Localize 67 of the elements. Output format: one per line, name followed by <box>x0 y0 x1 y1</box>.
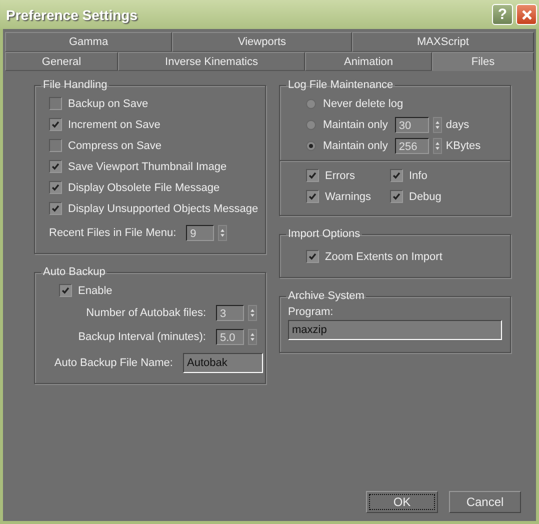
group-title: Log File Maintenance <box>287 79 394 91</box>
checkbox-label[interactable]: Zoom Extents on Import <box>325 250 442 262</box>
unit-label: days <box>446 118 470 130</box>
group-title: File Handling <box>42 79 108 91</box>
checkbox-label[interactable]: Compress on Save <box>68 140 162 152</box>
checkbox-label[interactable]: Save Viewport Thumbnail Image <box>68 160 227 172</box>
radio-button[interactable] <box>306 98 316 108</box>
number-field[interactable]: 3 <box>216 305 244 321</box>
tab[interactable]: Inverse Kinematics <box>118 52 305 71</box>
field-label: Program: <box>288 306 334 318</box>
window-title: Preference Settings <box>6 6 138 22</box>
checkbox-label[interactable]: Display Obsolete File Message <box>68 182 220 194</box>
tab[interactable]: MAXScript <box>352 32 534 52</box>
tab[interactable]: Gamma <box>5 32 172 52</box>
field-label: Number of Autobak files: <box>86 307 206 319</box>
group-title: Import Options <box>287 228 362 240</box>
radio-label[interactable]: Maintain only <box>323 140 388 152</box>
tab[interactable]: Animation <box>305 52 432 71</box>
field-label: Recent Files in File Menu: <box>49 227 176 239</box>
unit-label: KBytes <box>446 140 481 152</box>
radio-label[interactable]: Maintain only <box>323 118 388 130</box>
number-field[interactable]: 5.0 <box>216 329 244 345</box>
checkbox-label[interactable]: Enable <box>78 284 112 296</box>
tab[interactable]: Viewports <box>172 32 352 52</box>
tab[interactable]: Files <box>432 52 534 71</box>
spinner-arrows-icon[interactable] <box>248 329 257 345</box>
radio-label[interactable]: Never delete log <box>323 98 404 110</box>
group-title: Archive System <box>287 290 366 302</box>
text-field[interactable]: Autobak <box>183 353 263 373</box>
checkbox[interactable] <box>59 284 72 297</box>
checkbox-label[interactable]: Debug <box>409 190 442 202</box>
number-field[interactable]: 30 <box>394 116 429 132</box>
checkbox[interactable] <box>49 160 62 173</box>
checkbox-label[interactable]: Errors <box>325 170 355 182</box>
checkbox[interactable] <box>49 181 62 194</box>
tab[interactable]: General <box>5 52 118 71</box>
checkbox[interactable] <box>49 202 62 215</box>
field-label: Backup Interval (minutes): <box>78 331 206 343</box>
checkbox-label[interactable]: Info <box>409 170 428 182</box>
number-field[interactable]: 256 <box>394 138 429 154</box>
text-field[interactable]: maxzip <box>288 320 502 340</box>
group-title: Auto Backup <box>42 266 106 278</box>
dialog-button[interactable]: Cancel <box>449 491 521 513</box>
checkbox[interactable] <box>49 118 62 131</box>
radio-button[interactable] <box>306 140 316 150</box>
spinner-arrows-icon[interactable] <box>432 116 442 132</box>
spinner-arrows-icon[interactable] <box>432 138 442 154</box>
checkbox[interactable] <box>49 139 62 152</box>
close-icon <box>520 8 532 20</box>
checkbox[interactable] <box>390 190 403 203</box>
spinner-arrows-icon[interactable] <box>248 305 257 321</box>
checkbox[interactable] <box>49 97 62 110</box>
radio-button[interactable] <box>306 120 316 130</box>
checkbox[interactable] <box>390 169 403 182</box>
checkbox-label[interactable]: Backup on Save <box>68 98 148 110</box>
number-field[interactable]: 9 <box>186 225 214 241</box>
close-button[interactable] <box>516 4 537 25</box>
checkbox[interactable] <box>306 169 319 182</box>
checkbox[interactable] <box>306 190 319 203</box>
checkbox-label[interactable]: Increment on Save <box>68 118 160 130</box>
spinner-arrows-icon[interactable] <box>218 225 228 241</box>
help-button[interactable]: ? <box>492 4 513 25</box>
checkbox-label[interactable]: Display Unsupported Objects Message <box>68 202 258 214</box>
field-label: Auto Backup File Name: <box>54 357 173 369</box>
checkbox-label[interactable]: Warnings <box>325 190 372 202</box>
checkbox[interactable] <box>306 250 319 263</box>
dialog-button[interactable]: OK <box>366 491 438 513</box>
